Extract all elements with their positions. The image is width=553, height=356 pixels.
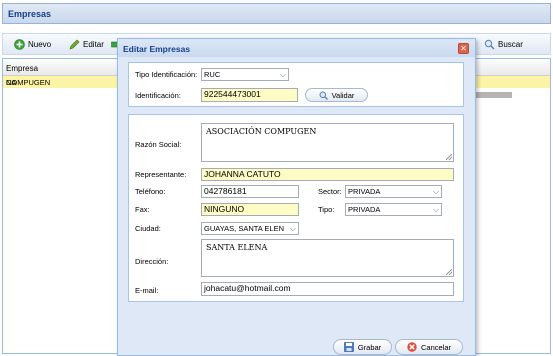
razon-social-field[interactable]: ASOCIACIÓN COMPUGEN bbox=[201, 123, 454, 162]
resize-grip[interactable] bbox=[446, 154, 452, 160]
tipo-select[interactable]: PRIVADA ⌵ bbox=[345, 203, 442, 216]
dialog-title-bar: Editar Empresas ✕ bbox=[118, 39, 475, 57]
new-button[interactable]: Nuevo bbox=[14, 37, 51, 52]
direccion-label: Dirección: bbox=[135, 257, 169, 266]
chevron-down-icon: ⌵ bbox=[279, 70, 286, 79]
dialog-title: Editar Empresas bbox=[123, 44, 191, 54]
chevron-down-icon: ⌵ bbox=[432, 205, 439, 214]
floppy-disk-icon bbox=[344, 342, 354, 352]
email-field[interactable]: johacatu@hotmail.com bbox=[201, 282, 454, 296]
panel-title-bar: Empresas bbox=[2, 3, 551, 24]
chevron-down-icon: ⌵ bbox=[432, 187, 439, 196]
edit-empresas-dialog: Editar Empresas ✕ Tipo Identificación: R… bbox=[117, 38, 476, 356]
cell-right: NA bbox=[6, 78, 17, 87]
pencil-icon bbox=[69, 39, 80, 50]
razon-social-label: Razón Social: bbox=[135, 140, 182, 149]
email-label: E-mail: bbox=[135, 286, 159, 295]
telefono-label: Teléfono: bbox=[135, 187, 166, 196]
tipo-identificacion-select[interactable]: RUC ⌵ bbox=[201, 68, 289, 81]
ciudad-label: Ciudad: bbox=[135, 224, 161, 233]
identification-fieldset: Tipo Identificación: RUC ⌵ Identificació… bbox=[128, 62, 464, 107]
cancel-button[interactable]: Cancelar bbox=[395, 339, 463, 355]
fax-field[interactable]: NINGUNO bbox=[201, 203, 299, 216]
edit-button[interactable]: Editar bbox=[69, 37, 104, 52]
ciudad-select[interactable]: GUAYAS, SANTA ELEN ⌵ bbox=[201, 222, 299, 235]
identificacion-label: Identificación: bbox=[135, 91, 181, 100]
resize-grip[interactable] bbox=[446, 269, 452, 275]
validate-button[interactable]: Validar bbox=[305, 88, 368, 102]
panel-title: Empresas bbox=[8, 9, 52, 19]
add-icon bbox=[14, 39, 25, 50]
representante-field[interactable]: JOHANNA CATUTO bbox=[201, 168, 454, 181]
cancel-x-icon bbox=[407, 342, 417, 352]
representante-label: Representante: bbox=[135, 170, 187, 179]
direccion-field[interactable]: SANTA ELENA bbox=[201, 239, 454, 277]
company-details-fieldset: Razón Social: ASOCIACIÓN COMPUGEN Repres… bbox=[128, 114, 464, 302]
telefono-field[interactable]: 042786181 bbox=[201, 185, 299, 198]
sector-select[interactable]: PRIVADA ⌵ bbox=[345, 185, 442, 198]
save-button[interactable]: Grabar bbox=[333, 339, 392, 355]
close-icon[interactable]: ✕ bbox=[458, 43, 469, 54]
tipo-identificacion-label: Tipo Identificación: bbox=[135, 70, 198, 79]
fax-label: Fax: bbox=[135, 205, 150, 214]
search-button[interactable]: Buscar bbox=[484, 37, 523, 52]
sector-label: Sector: bbox=[318, 187, 342, 196]
tipo-label: Tipo: bbox=[318, 205, 335, 214]
column-header-empresa[interactable]: Empresa bbox=[6, 64, 38, 73]
identificacion-field[interactable]: 922544473001 bbox=[201, 88, 298, 102]
chevron-down-icon: ⌵ bbox=[289, 224, 296, 233]
magnifier-icon bbox=[319, 91, 328, 100]
magnifier-icon bbox=[484, 39, 495, 50]
